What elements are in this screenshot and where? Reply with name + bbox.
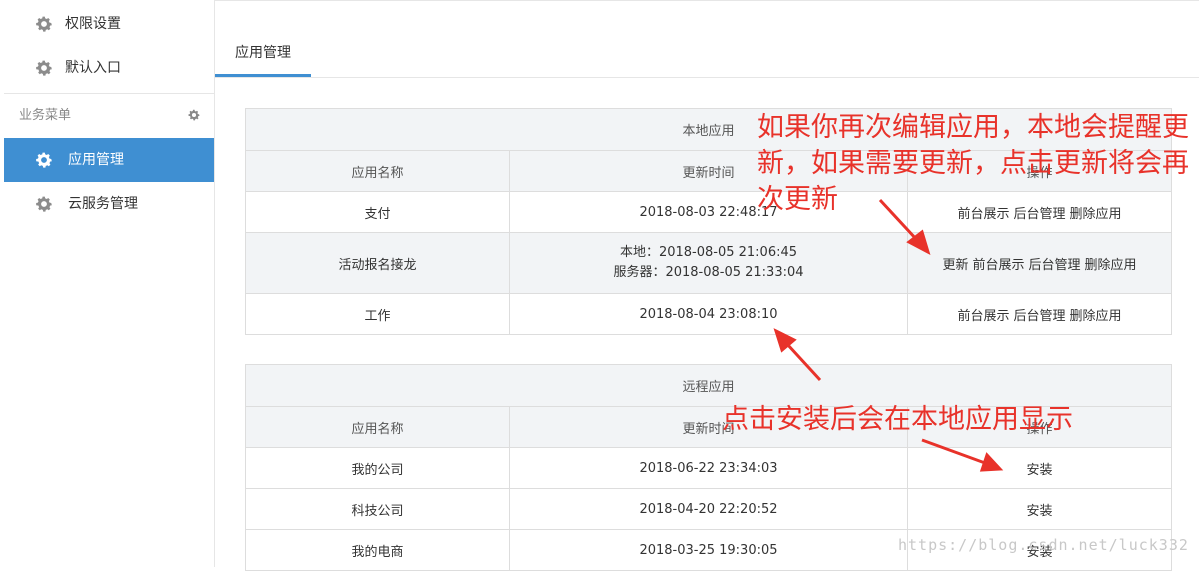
sidebar-item-default-entry[interactable]: 默认入口: [4, 46, 214, 90]
server-time: 服务器：2018-08-05 21:33:04: [613, 265, 804, 280]
sidebar-item-label: 默认入口: [65, 60, 121, 76]
update-time: 2018-04-20 22:20:52: [510, 489, 908, 529]
table-row: 工作 2018-08-04 23:08:10 前台展示 后台管理 删除应用: [246, 293, 1171, 334]
gear-icon: [36, 196, 52, 212]
delete-app-link[interactable]: 删除应用: [1085, 254, 1137, 273]
cog-icon[interactable]: [187, 108, 201, 122]
update-link[interactable]: 更新: [942, 254, 968, 273]
install-link[interactable]: 安装: [1026, 459, 1052, 478]
column-header-name: 应用名称: [246, 151, 510, 191]
actions-cell: 前台展示 后台管理 删除应用: [908, 294, 1171, 334]
frontend-display-link[interactable]: 前台展示: [957, 305, 1009, 324]
sidebar-item-permissions[interactable]: 权限设置: [4, 2, 214, 46]
table-row: 我的公司 2018-06-22 23:34:03 安装: [246, 447, 1171, 488]
sidebar-item-label: 应用管理: [68, 152, 124, 168]
app-name: 支付: [246, 192, 510, 232]
frontend-display-link[interactable]: 前台展示: [972, 254, 1024, 273]
table-caption-row: 远程应用: [246, 365, 1171, 406]
table-row: 活动报名接龙 本地：2018-08-05 21:06:45 服务器：2018-0…: [246, 232, 1171, 293]
annotation-install-note: 点击安装后会在本地应用显示: [722, 404, 1073, 435]
sidebar-item-cloud-services[interactable]: 云服务管理: [4, 182, 214, 226]
business-menu-section: 业务菜单: [4, 93, 214, 137]
tab-app-management[interactable]: 应用管理: [215, 30, 311, 77]
app-name: 我的电商: [246, 530, 510, 570]
actions-cell: 安装: [908, 489, 1171, 529]
update-time: 2018-06-22 23:34:03: [510, 448, 908, 488]
update-time: 2018-08-04 23:08:10: [510, 294, 908, 334]
gear-icon: [36, 60, 52, 76]
table-row: 科技公司 2018-04-20 22:20:52 安装: [246, 488, 1171, 529]
table-caption: 远程应用: [682, 380, 735, 395]
actions-cell: 安装: [908, 448, 1171, 488]
gear-icon: [36, 16, 52, 32]
app-name: 工作: [246, 294, 510, 334]
column-header-name: 应用名称: [246, 407, 510, 447]
section-title: 业务菜单: [19, 108, 72, 123]
sidebar-item-app-management[interactable]: 应用管理: [4, 138, 214, 182]
sidebar-item-label: 云服务管理: [68, 196, 138, 212]
actions-cell: 更新 前台展示 后台管理 删除应用: [908, 233, 1171, 293]
app-name: 活动报名接龙: [246, 233, 510, 293]
app-name: 科技公司: [246, 489, 510, 529]
update-time: 本地：2018-08-05 21:06:45 服务器：2018-08-05 21…: [510, 233, 908, 293]
update-time: 2018-03-25 19:30:05: [510, 530, 908, 570]
backend-manage-link[interactable]: 后台管理: [1029, 254, 1081, 273]
sidebar: 权限设置 默认入口 业务菜单 应用管理 云服务管理: [4, 0, 215, 567]
backend-manage-link[interactable]: 后台管理: [1013, 305, 1065, 324]
watermark: https://blog.csdn.net/luck332: [898, 536, 1189, 554]
delete-app-link[interactable]: 删除应用: [1070, 305, 1122, 324]
tab-bar: 应用管理: [215, 30, 1199, 78]
app-name: 我的公司: [246, 448, 510, 488]
local-time: 本地：2018-08-05 21:06:45: [619, 245, 798, 260]
sidebar-item-label: 权限设置: [65, 16, 121, 32]
install-link[interactable]: 安装: [1026, 500, 1052, 519]
top-divider: [215, 0, 1199, 1]
annotation-update-note: 如果你再次编辑应用，本地会提醒更新，如果需要更新，点击更新将会再次更新: [757, 112, 1189, 215]
gear-icon: [36, 152, 52, 168]
